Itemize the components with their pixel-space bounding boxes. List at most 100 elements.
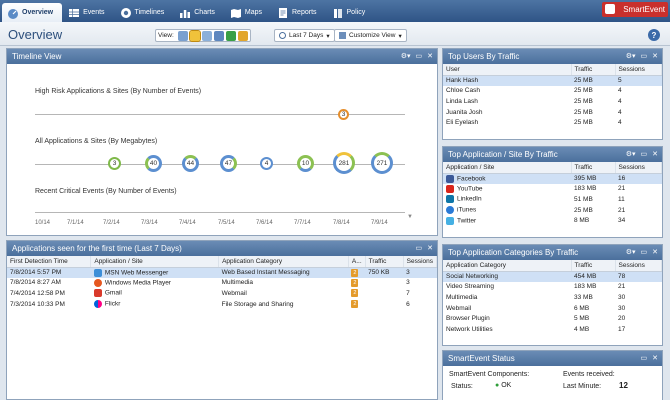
table-row[interactable]: Linda Lash 25 MB 4 <box>443 96 662 107</box>
tab-overview[interactable]: Overview <box>2 3 63 22</box>
table-row[interactable]: 7/4/2014 12:58 PM Gmail Webmail 2 7 <box>7 288 437 299</box>
column-header[interactable]: Application Category <box>443 260 572 272</box>
close-icon[interactable]: ✕ <box>652 150 658 158</box>
timeline-view-panel: Timeline View ⚙▾ ▭ ✕ High Risk Application… <box>6 48 438 236</box>
column-header[interactable]: Application / Site <box>90 256 220 268</box>
column-header[interactable]: Application Category <box>218 256 349 268</box>
close-icon[interactable]: ✕ <box>427 244 433 252</box>
close-icon[interactable]: ✕ <box>652 248 658 256</box>
tab-charts[interactable]: Charts <box>174 3 224 22</box>
column-header[interactable]: Sessions <box>615 162 662 174</box>
column-header[interactable]: User <box>443 64 572 76</box>
maximize-icon[interactable]: ▭ <box>416 244 423 252</box>
column-header[interactable]: Traffic <box>571 64 616 76</box>
first-seen-apps-panel: Applications seen for the first time (La… <box>6 240 438 400</box>
close-icon[interactable]: ✕ <box>427 52 433 60</box>
column-header[interactable]: Sessions <box>615 260 662 272</box>
column-header[interactable]: First Detection Time <box>7 256 92 268</box>
view-layout-icon[interactable] <box>188 29 201 42</box>
cell-sessions: 4 <box>618 119 622 127</box>
timeline-bubble[interactable]: 3 <box>108 157 121 170</box>
table-row[interactable]: Video Streaming 183 MB 21 <box>443 282 662 293</box>
table-row[interactable]: 7/8/2014 5:57 PM MSN Web Messenger Web B… <box>7 267 437 278</box>
close-icon[interactable]: ✕ <box>652 354 658 362</box>
table-row[interactable]: Multimedia 33 MB 30 <box>443 292 662 303</box>
maximize-icon[interactable]: ▭ <box>641 150 648 158</box>
maximize-icon[interactable]: ▭ <box>641 354 648 362</box>
cell-category: Webmail <box>221 289 247 297</box>
tab-label: Events <box>83 9 105 16</box>
cell-traffic: 750 KB <box>365 267 404 278</box>
table-row[interactable]: Webmail 6 MB 30 <box>443 303 662 314</box>
view-badge-icon[interactable] <box>225 30 236 41</box>
timeline-bubble[interactable]: 281 <box>333 152 355 174</box>
view-lock-icon[interactable] <box>237 30 248 41</box>
column-header[interactable]: A... <box>348 256 366 268</box>
gear-icon[interactable]: ⚙▾ <box>401 52 411 60</box>
maximize-icon[interactable]: ▭ <box>641 52 648 60</box>
maximize-icon[interactable]: ▭ <box>641 248 648 256</box>
timeline-bubble[interactable]: 10 <box>297 155 314 172</box>
view-list-icon[interactable] <box>201 30 212 41</box>
cell-sessions: 3 <box>403 267 437 278</box>
column-header[interactable]: Traffic <box>365 256 404 268</box>
tab-policy[interactable]: Policy <box>327 3 375 22</box>
help-icon[interactable]: ? <box>648 29 660 41</box>
maximize-icon[interactable]: ▭ <box>416 52 423 60</box>
cell-traffic: 6 MB <box>574 304 590 312</box>
table-row[interactable]: Facebook 395 MB 16 <box>443 173 662 184</box>
table-row[interactable]: Eli Eyelash 25 MB 4 <box>443 117 662 128</box>
table-row[interactable]: Network Utilities 4 MB 17 <box>443 324 662 335</box>
close-icon[interactable]: ✕ <box>652 52 658 60</box>
timeline-bubble[interactable]: 4 <box>260 157 273 170</box>
table-row[interactable]: LinkedIn 51 MB 11 <box>443 194 662 205</box>
table-row[interactable]: YouTube 183 MB 21 <box>443 184 662 195</box>
cell-user: Chloe Cash <box>446 87 480 95</box>
tab-maps[interactable]: Maps <box>225 3 271 22</box>
table-row[interactable]: iTunes 25 MB 21 <box>443 205 662 216</box>
table-row[interactable]: Juanita Josh 25 MB 4 <box>443 107 662 118</box>
date-range-dropdown[interactable]: Last 7 Days ▾ <box>274 29 335 42</box>
table-row[interactable]: 7/8/2014 8:27 AM Windows Media Player Mu… <box>7 278 437 289</box>
map-icon <box>230 8 241 18</box>
gear-icon[interactable]: ⚙▾ <box>626 150 636 158</box>
cell-traffic <box>365 278 403 289</box>
scroll-down-icon[interactable]: ▼ <box>407 214 413 220</box>
cell-traffic <box>365 288 403 299</box>
gear-icon[interactable]: ⚙▾ <box>626 248 636 256</box>
cell-app: Twitter <box>443 215 571 226</box>
top-users-table: User Traffic Sessions Hank Hash 25 MB 5 Chlo… <box>443 64 662 128</box>
timeline-bubble[interactable]: 40 <box>145 155 162 172</box>
column-header[interactable]: Application / Site <box>443 162 572 174</box>
table-row[interactable]: Browser Plugin 5 MB 20 <box>443 313 662 324</box>
column-header[interactable]: Sessions <box>615 64 662 76</box>
tab-reports[interactable]: Reports <box>272 3 326 22</box>
gear-icon[interactable]: ⚙▾ <box>626 52 636 60</box>
column-header[interactable]: Traffic <box>571 162 616 174</box>
cell-sessions: 78 <box>615 271 662 282</box>
tab-label: Charts <box>194 9 215 16</box>
components-label: SmartEvent Components: <box>449 371 530 378</box>
table-row[interactable]: Twitter 8 MB 34 <box>443 215 662 226</box>
events-received-label: Events received: <box>563 371 615 378</box>
tab-events[interactable]: Events <box>63 3 113 22</box>
customize-view-dropdown[interactable]: Customize View ▾ <box>334 29 407 42</box>
tab-timelines[interactable]: Timelines <box>115 3 174 22</box>
cell-category: Video Streaming <box>446 283 494 291</box>
cell-traffic: 25 MB <box>574 87 593 95</box>
timeline-bubble[interactable]: 47 <box>220 155 237 172</box>
cell-time: 7/4/2014 12:58 PM <box>10 289 65 297</box>
timeline-bubble[interactable]: 44 <box>182 155 199 172</box>
table-row[interactable]: 7/3/2014 10:33 PM Flickr File Storage an… <box>7 299 437 310</box>
date-range-label: Last 7 Days <box>289 32 324 39</box>
column-header[interactable]: Traffic <box>571 260 616 272</box>
high-risk-bubble[interactable]: 3 <box>338 109 349 120</box>
view-shield-icon[interactable] <box>213 30 224 41</box>
table-row[interactable]: Hank Hash 25 MB 5 <box>443 75 662 86</box>
table-row[interactable]: Chloe Cash 25 MB 4 <box>443 86 662 97</box>
view-grid-icon[interactable] <box>177 30 188 41</box>
column-header[interactable]: Sessions <box>403 256 438 268</box>
timeline-bubble[interactable]: 271 <box>371 152 393 174</box>
table-row[interactable]: Social Networking 454 MB 78 <box>443 271 662 282</box>
view-selector: View: <box>155 29 251 42</box>
